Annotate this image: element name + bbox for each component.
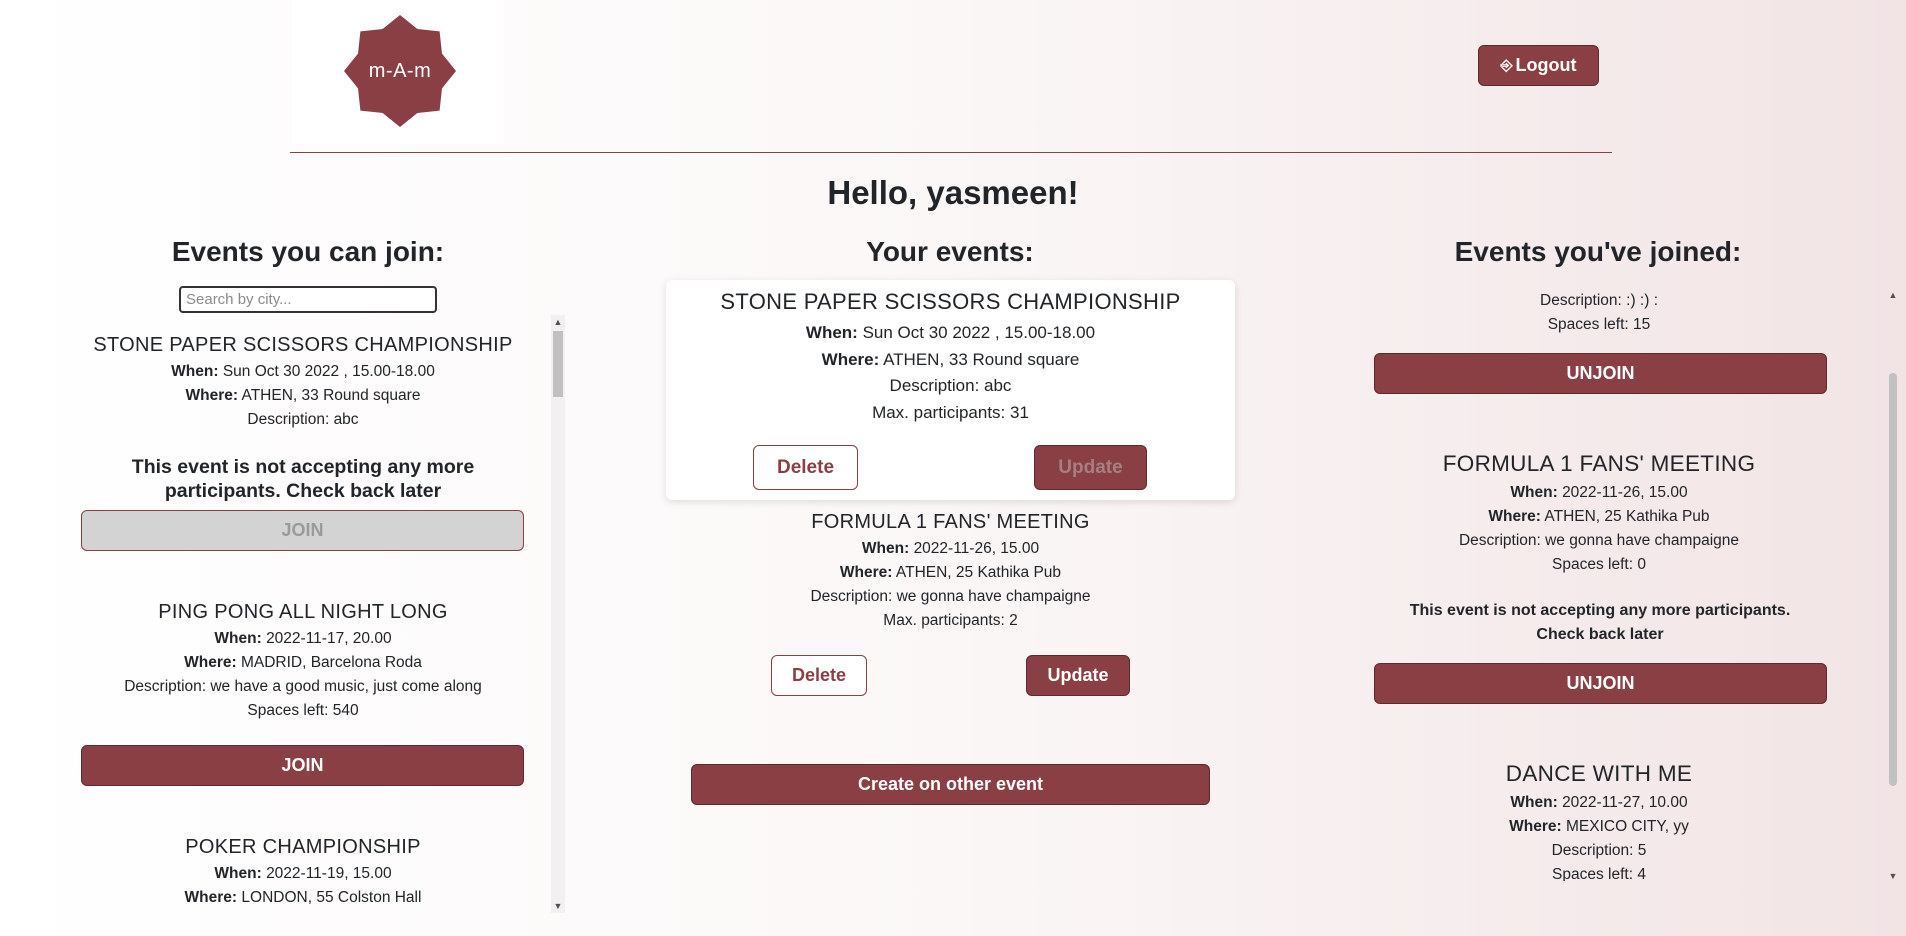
joined-event-card: DANCE WITH ME When: 2022-11-27, 10.00 Wh… (1374, 761, 1824, 881)
greeting: Hello, yasmeen! (827, 174, 1079, 211)
event-when: When: 2022-11-17, 20.00 (214, 630, 392, 647)
joined-event-card: Description: :) :) : Spaces left: 15 (1374, 289, 1824, 337)
event-where: Where: MADRID, Barcelona Roda (184, 654, 422, 671)
event-spaces: Spaces left: 540 (247, 702, 359, 719)
event-name: FORMULA 1 FANS' MEETING (1442, 451, 1756, 476)
joined-event-card: FORMULA 1 FANS' MEETING When: 2022-11-26… (1374, 451, 1824, 577)
scrollbar-thumb[interactable] (1889, 373, 1897, 786)
logout-label: Logout (1515, 55, 1577, 75)
join-column-title: Events you can join: (171, 236, 445, 267)
event-description: Description: :) :) : (1540, 292, 1658, 309)
event-name: PING PONG ALL NIGHT LONG (158, 601, 448, 623)
full-notice: This event is not accepting any more par… (1409, 602, 1791, 643)
event-where: Where: ATHEN, 25 Kathika Pub (839, 564, 1062, 581)
event-spaces: Spaces left: 15 (1547, 316, 1651, 333)
event-when: When: Sun Oct 30 2022 , 15.00-18.00 (171, 363, 435, 380)
event-name: STONE PAPER SCISSORS CHAMPIONSHIP (720, 289, 1181, 314)
city-search-input[interactable] (179, 286, 437, 313)
join-button-disabled[interactable]: JOIN (81, 510, 524, 551)
scroll-up-icon[interactable]: ▲ (1886, 288, 1900, 302)
update-button[interactable]: Update (1026, 655, 1130, 696)
event-max-participants: Max. participants: 31 (872, 402, 1029, 422)
event-when: When: Sun Oct 30 2022 , 15.00-18.00 (805, 323, 1096, 342)
unjoin-button[interactable]: UNJOIN (1374, 663, 1827, 704)
event-description: Description: we have a good music, just … (124, 678, 482, 695)
event-description: Description: abc (247, 411, 359, 428)
scroll-up-icon[interactable]: ▲ (551, 315, 565, 329)
unjoin-button[interactable]: UNJOIN (1374, 353, 1827, 394)
logout-icon: ⎆ (1500, 57, 1513, 74)
event-max-participants: Max. participants: 2 (883, 612, 1018, 629)
event-name: DANCE WITH ME (1505, 761, 1693, 786)
event-description: Description: we gonna have champaigne (1458, 532, 1740, 549)
joined-column-title: Events you've joined: (1454, 236, 1742, 267)
join-event-card: POKER CHAMPIONSHIP When: 2022-11-19, 15.… (80, 836, 526, 910)
event-spaces: Spaces left: 0 (1552, 556, 1646, 573)
logo-text: m-A-m (368, 59, 432, 82)
event-name: POKER CHAMPIONSHIP (185, 836, 421, 858)
event-where: Where: ATHEN, 33 Round square (185, 387, 421, 404)
join-event-card: PING PONG ALL NIGHT LONG When: 2022-11-1… (80, 601, 526, 723)
event-description: Description: 5 (1551, 842, 1647, 859)
event-name: FORMULA 1 FANS' MEETING (811, 511, 1090, 533)
header-divider (290, 152, 1612, 153)
your-events-title: Your events: (866, 236, 1034, 267)
event-where: Where: LONDON, 55 Colston Hall (184, 889, 422, 906)
logo: m-A-m (344, 15, 456, 127)
event-description: Description: we gonna have champaigne (810, 588, 1091, 605)
join-event-card: STONE PAPER SCISSORS CHAMPIONSHIP When: … (80, 334, 526, 432)
event-spaces: Spaces left: 4 (1552, 866, 1646, 881)
scrollbar-thumb[interactable] (553, 331, 563, 397)
create-event-button[interactable]: Create on other event (691, 764, 1210, 805)
scroll-down-icon[interactable]: ▼ (1886, 869, 1900, 883)
event-when: When: 2022-11-26, 15.00 (1510, 484, 1688, 501)
your-event-details: STONE PAPER SCISSORS CHAMPIONSHIP When: … (666, 289, 1235, 426)
your-event-details: FORMULA 1 FANS' MEETING When: 2022-11-26… (666, 511, 1235, 633)
event-when: When: 2022-11-27, 10.00 (1510, 794, 1688, 811)
update-button[interactable]: Update (1034, 445, 1147, 490)
delete-button[interactable]: Delete (753, 445, 858, 490)
event-when: When: 2022-11-26, 15.00 (861, 540, 1040, 557)
event-where: Where: ATHEN, 33 Round square (821, 349, 1080, 369)
event-description: Description: abc (889, 376, 1012, 395)
delete-button[interactable]: Delete (771, 655, 867, 696)
join-list-scrollbar[interactable] (551, 315, 565, 913)
join-button[interactable]: JOIN (81, 745, 524, 786)
event-where: Where: MEXICO CITY, yy (1509, 818, 1689, 835)
event-when: When: 2022-11-19, 15.00 (214, 865, 392, 882)
event-where: Where: ATHEN, 25 Kathika Pub (1488, 508, 1710, 525)
event-name: STONE PAPER SCISSORS CHAMPIONSHIP (93, 334, 513, 356)
logout-button[interactable]: ⎆ Logout (1478, 45, 1599, 86)
scroll-down-icon[interactable]: ▼ (551, 899, 565, 913)
full-notice: This event is not accepting any more par… (131, 456, 475, 502)
